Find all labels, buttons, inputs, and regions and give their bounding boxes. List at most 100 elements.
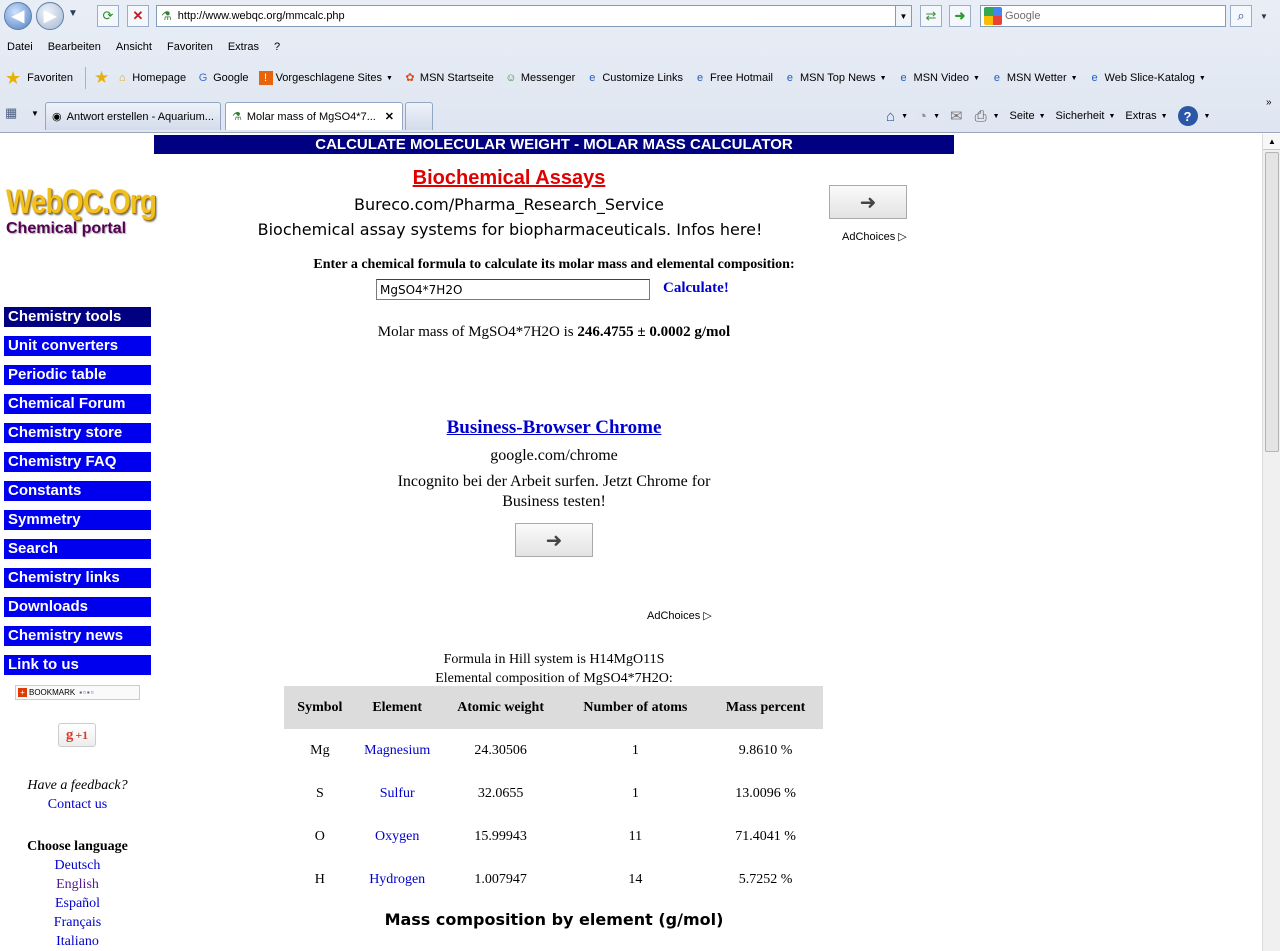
menu-ansicht[interactable]: Ansicht: [116, 41, 152, 53]
nav-chemistry-faq[interactable]: Chemistry FAQ: [4, 452, 151, 472]
mail-icon: ✉: [950, 108, 963, 125]
menu-help[interactable]: ?: [274, 41, 280, 53]
history-dropdown-icon[interactable]: ▼: [68, 8, 80, 24]
ad-arrow-button[interactable]: ➜: [515, 523, 593, 557]
tools-menu[interactable]: Extras ▼: [1125, 110, 1167, 122]
print-button[interactable]: ⎙ ▼: [975, 108, 1000, 125]
fav-messenger[interactable]: ☺ Messenger: [504, 71, 575, 85]
printer-icon: ⎙: [974, 107, 987, 125]
back-button[interactable]: ◀: [4, 2, 32, 30]
adchoices-link[interactable]: AdChoices ▷: [842, 230, 907, 243]
ad-title-link[interactable]: Biochemical Assays: [254, 167, 764, 190]
fav-label: MSN Wetter: [1006, 72, 1067, 84]
go-arrow-icon[interactable]: ➜: [949, 5, 971, 27]
scroll-thumb[interactable]: [1265, 152, 1279, 452]
ad-description[interactable]: Incognito bei der Arbeit surfen. Jetzt C…: [389, 472, 719, 512]
stop-icon[interactable]: ✕: [127, 5, 149, 27]
tab-molar-mass[interactable]: ⚗ Molar mass of MgSO4*7... ✕: [225, 102, 403, 130]
favorites-bar: ★ Favoriten ★ ⌂ Homepage G Google ! Vorgesc…: [0, 63, 1280, 93]
cell-symbol: O: [314, 828, 325, 844]
add-favorite-icon[interactable]: ★: [94, 68, 109, 88]
refresh-icon[interactable]: ⟳: [97, 5, 119, 27]
contact-us-link[interactable]: Contact us: [48, 797, 108, 812]
google-plus-one-button[interactable]: g +1: [58, 723, 96, 747]
nav-link-to-us[interactable]: Link to us: [4, 655, 151, 675]
feeds-button[interactable]: ◔ ▼: [918, 108, 940, 125]
nav-downloads[interactable]: Downloads: [4, 597, 151, 617]
vertical-scrollbar[interactable]: ▲: [1262, 134, 1280, 951]
fav-free-hotmail[interactable]: e Free Hotmail: [693, 71, 773, 85]
lang-deutsch[interactable]: Deutsch: [0, 856, 155, 875]
lang-english[interactable]: English: [0, 875, 155, 894]
search-options-icon[interactable]: ▼: [1256, 5, 1272, 27]
close-tab-icon[interactable]: ✕: [385, 110, 394, 123]
search-input[interactable]: Google: [980, 5, 1226, 27]
bookmark-button[interactable]: + BOOKMARK ▪▫▪▫: [15, 685, 140, 700]
quick-tabs-icon[interactable]: ▦: [5, 105, 25, 125]
safety-menu[interactable]: Sicherheit ▼: [1056, 110, 1116, 122]
fav-msn-video[interactable]: e MSN Video ▼: [897, 71, 979, 85]
address-bar[interactable]: ⚗ http://www.webqc.org/mmcalc.php: [156, 5, 896, 27]
menu-extras[interactable]: Extras: [228, 41, 259, 53]
nav-chemistry-news[interactable]: Chemistry news: [4, 626, 151, 646]
adchoices-link[interactable]: AdChoices ▷: [647, 609, 712, 622]
share-icons: ▪▫▪▫: [79, 688, 95, 697]
menu-favoriten[interactable]: Favoriten: [167, 41, 213, 53]
help-button[interactable]: ? ▼: [1177, 106, 1210, 126]
more-commands-icon[interactable]: »: [1266, 97, 1272, 108]
nav-periodic-table[interactable]: Periodic table: [4, 365, 151, 385]
address-dropdown-icon[interactable]: ▼: [896, 5, 912, 27]
logo[interactable]: WebQC.Org Chemical portal: [6, 183, 157, 246]
fav-msn-top-news[interactable]: e MSN Top News ▼: [783, 71, 887, 85]
nav-chemistry-store[interactable]: Chemistry store: [4, 423, 151, 443]
ad-title-link[interactable]: Business-Browser Chrome: [354, 417, 754, 439]
home-button[interactable]: ⌂ ▼: [886, 108, 908, 125]
logo-title: WebQC.Org: [6, 183, 157, 221]
search-icon[interactable]: ⌕: [1230, 5, 1252, 27]
fav-homepage[interactable]: ⌂ Homepage: [115, 71, 186, 85]
fav-customize-links[interactable]: e Customize Links: [585, 71, 683, 85]
element-link[interactable]: Magnesium: [356, 729, 439, 772]
favorites-button[interactable]: Favoriten: [27, 72, 73, 84]
nav-chemistry-links[interactable]: Chemistry links: [4, 568, 151, 588]
cell-atomic-weight: 32.0655: [477, 785, 524, 801]
hill-formula-block: Formula in Hill system is H14MgO11S Elem…: [254, 650, 854, 688]
page-menu[interactable]: Seite ▼: [1010, 110, 1046, 122]
lang-espanol[interactable]: Español: [0, 894, 155, 913]
fav-suggested-sites[interactable]: ! Vorgeschlagene Sites ▼: [258, 71, 393, 85]
fav-msn-startseite[interactable]: ✿ MSN Startseite: [403, 71, 494, 85]
fav-web-slice-katalog[interactable]: e Web Slice-Katalog ▼: [1088, 71, 1205, 85]
nav-chemical-forum[interactable]: Chemical Forum: [4, 394, 151, 414]
element-link[interactable]: Hydrogen: [356, 858, 439, 901]
favorites-star-icon[interactable]: ★: [5, 68, 21, 89]
nav-chemistry-tools[interactable]: Chemistry tools: [4, 307, 151, 327]
lang-italiano[interactable]: Italiano: [0, 932, 155, 951]
forward-button[interactable]: ▶: [36, 2, 64, 30]
mail-button[interactable]: ✉: [950, 107, 965, 125]
ad-arrow-button[interactable]: ➜: [829, 185, 907, 219]
cell-atomic-weight: 24.30506: [474, 742, 527, 758]
tab-aquarium[interactable]: ◉ Antwort erstellen - Aquarium...: [45, 102, 221, 130]
ad-url[interactable]: Bureco.com/Pharma_Research_Service: [254, 195, 764, 214]
nav-search[interactable]: Search: [4, 539, 151, 559]
menu-bearbeiten[interactable]: Bearbeiten: [48, 41, 101, 53]
element-link[interactable]: Sulfur: [356, 772, 439, 815]
fav-google[interactable]: G Google: [196, 71, 249, 85]
scroll-up-icon[interactable]: ▲: [1263, 134, 1280, 150]
formula-input[interactable]: [376, 279, 650, 300]
nav-unit-converters[interactable]: Unit converters: [4, 336, 151, 356]
nav-symmetry[interactable]: Symmetry: [4, 510, 151, 530]
language-selector: Choose language Deutsch English Español …: [0, 837, 155, 951]
bookmark-label: BOOKMARK: [29, 688, 76, 697]
compatibility-view-icon[interactable]: ⇄: [920, 5, 942, 27]
calculate-button[interactable]: Calculate!: [663, 280, 729, 297]
element-link[interactable]: Oxygen: [356, 815, 439, 858]
nav-constants[interactable]: Constants: [4, 481, 151, 501]
new-tab-button[interactable]: [405, 102, 433, 130]
ad-description[interactable]: Biochemical assay systems for biopharmac…: [240, 220, 780, 239]
fav-msn-wetter[interactable]: e MSN Wetter ▼: [990, 71, 1078, 85]
ad-url[interactable]: google.com/chrome: [354, 447, 754, 465]
menu-datei[interactable]: Datei: [7, 41, 33, 53]
lang-francais[interactable]: Français: [0, 913, 155, 932]
tab-list-dropdown-icon[interactable]: ▼: [31, 109, 39, 118]
